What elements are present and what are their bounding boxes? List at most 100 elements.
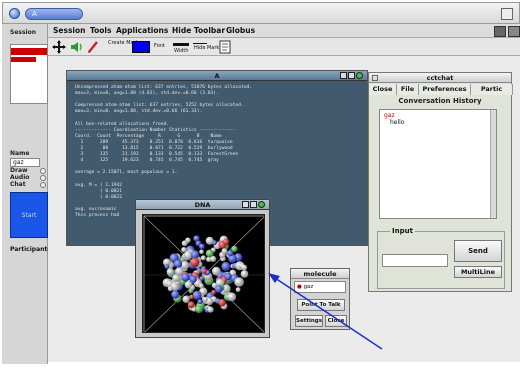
molecule-render <box>143 215 264 332</box>
menu-hide-toolbar[interactable]: Hide Toolbar <box>172 26 225 35</box>
conversation-history-label: Conversation History <box>398 97 482 105</box>
atom-sphere <box>235 287 241 292</box>
atom-sphere <box>227 250 234 257</box>
atom-sphere <box>214 285 223 293</box>
terminal-titlebar[interactable]: A <box>67 71 367 81</box>
chat-option[interactable]: Chat <box>10 181 46 188</box>
title-bar: A <box>2 2 520 24</box>
close-icon[interactable] <box>356 72 363 79</box>
toolbar: Create Mark Font Width Hide Marks <box>48 38 520 56</box>
atom-sphere <box>207 306 214 313</box>
session-list[interactable] <box>10 44 48 104</box>
session-list-item[interactable] <box>11 48 47 55</box>
user-dot-icon: ● <box>297 284 302 290</box>
atom-sphere <box>201 268 207 274</box>
font-label[interactable]: Font <box>154 44 165 49</box>
minimize-icon[interactable] <box>340 72 347 79</box>
conversation-scrollbar[interactable] <box>490 110 496 218</box>
atom-sphere <box>212 266 221 276</box>
multiline-button[interactable]: MultiLine <box>454 266 502 278</box>
atom-sphere <box>205 249 214 258</box>
menu-applications[interactable]: Applications <box>116 26 168 35</box>
tab-preferences[interactable]: Preferences <box>419 84 471 95</box>
session-label: Session <box>10 29 36 36</box>
window-control-icon[interactable] <box>501 8 513 20</box>
atom-sphere <box>167 286 173 292</box>
conversation-history[interactable]: gaz hello <box>379 109 497 219</box>
molecule-window[interactable]: molecule ● gaz Point To Talk Settings Cl… <box>290 268 350 330</box>
speaker-icon[interactable] <box>69 40 83 54</box>
document-icon[interactable] <box>218 40 232 54</box>
tab-close[interactable]: Close <box>369 84 397 95</box>
name-field[interactable]: gaz <box>10 158 40 167</box>
hide-marks-line-icon[interactable] <box>193 43 207 44</box>
atom-sphere <box>218 299 226 307</box>
menu-tools[interactable]: Tools <box>90 26 111 35</box>
atom-sphere <box>185 237 191 243</box>
chat-option-label: Chat <box>10 181 26 188</box>
molecule-user-list[interactable]: ● gaz <box>294 281 346 293</box>
audio-option[interactable]: Audio <box>10 174 46 181</box>
terminal-window-buttons <box>339 72 363 81</box>
minimize-icon[interactable] <box>242 201 249 208</box>
molecule-title: molecule <box>303 270 337 278</box>
atom-sphere <box>203 297 208 302</box>
close-button[interactable]: Close <box>325 315 347 327</box>
settings-button[interactable]: Settings <box>295 315 323 327</box>
draw-option[interactable]: Draw <box>10 167 46 174</box>
chat-title: cctchat <box>426 74 454 82</box>
send-button[interactable]: Send <box>454 240 502 262</box>
atom-sphere <box>195 305 203 314</box>
dna-window[interactable]: DNA <box>135 199 270 338</box>
atom-sphere <box>192 290 202 300</box>
maximize-icon[interactable] <box>250 201 257 208</box>
atom-sphere <box>189 294 194 300</box>
window-icon[interactable] <box>508 26 520 37</box>
atom-sphere <box>173 259 183 269</box>
session-list-item[interactable] <box>11 57 37 62</box>
chat-titlebar[interactable]: cctchat <box>369 73 511 83</box>
session-panel: Session Name gaz Draw Audio Chat Start P… <box>2 24 51 364</box>
atom-sphere <box>189 275 197 283</box>
menu-session[interactable]: Session <box>53 26 85 35</box>
width-label[interactable]: Width <box>174 49 189 54</box>
color-swatch[interactable] <box>132 41 150 53</box>
atom-sphere <box>197 299 203 305</box>
menu-bar: Session Tools Applications Hide Toolbar … <box>48 24 520 38</box>
audio-option-label: Audio <box>10 174 30 181</box>
tab-participants[interactable]: Partic <box>471 84 513 95</box>
width-line-icon[interactable] <box>173 43 189 46</box>
monitor-icon[interactable] <box>494 26 506 37</box>
message-user: gaz <box>384 112 395 119</box>
atom-sphere <box>190 257 200 267</box>
chat-window[interactable]: cctchat Close File Preferences Partic Co… <box>368 72 513 292</box>
chat-radio[interactable] <box>40 182 46 188</box>
molecule-viewport[interactable] <box>142 214 265 333</box>
atom-sphere <box>164 264 170 269</box>
input-group: Input Send MultiLine <box>377 227 505 289</box>
start-button[interactable]: Start <box>10 192 48 238</box>
menu-globus[interactable]: Globus <box>226 26 255 35</box>
atom-sphere <box>227 292 237 302</box>
molecule-user[interactable]: gaz <box>304 284 314 290</box>
atom-sphere <box>200 255 206 261</box>
chat-menu-icon[interactable] <box>372 75 378 81</box>
atom-sphere <box>166 268 174 276</box>
molecule-titlebar[interactable]: molecule <box>291 269 349 279</box>
atom-sphere <box>222 238 230 245</box>
name-label: Name <box>10 150 30 157</box>
app-orb-icon[interactable] <box>9 8 20 19</box>
maximize-icon[interactable] <box>348 72 355 79</box>
title-pill[interactable]: A <box>25 8 83 20</box>
dna-titlebar[interactable]: DNA <box>136 200 269 210</box>
atom-sphere <box>199 243 205 250</box>
pen-icon[interactable] <box>86 40 100 54</box>
message-input[interactable] <box>382 254 448 267</box>
move-icon[interactable] <box>52 40 66 54</box>
message-text: hello <box>390 119 405 126</box>
atom-sphere <box>241 264 248 271</box>
tab-file[interactable]: File <box>397 84 419 95</box>
desktop-frame: A Session Name gaz Draw Audio Chat Start… <box>0 0 522 371</box>
close-icon[interactable] <box>258 201 265 208</box>
point-to-talk-button[interactable]: Point To Talk <box>297 299 345 311</box>
